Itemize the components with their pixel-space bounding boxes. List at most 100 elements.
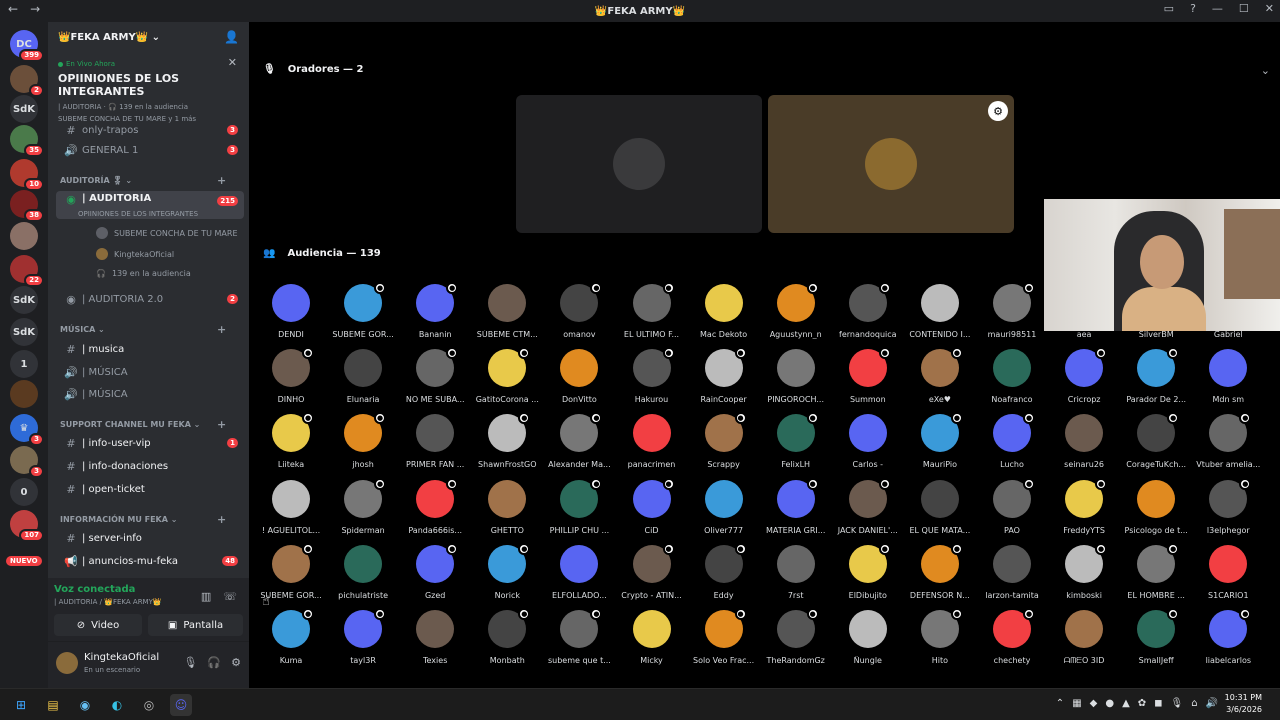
audience-member[interactable]: ● Scrappy: [688, 412, 760, 474]
channel-info-donaciones[interactable]: # | info-donaciones: [56, 456, 244, 476]
file-explorer-icon[interactable]: ▤: [42, 694, 64, 716]
tray-app-icon[interactable]: ✿: [1138, 698, 1146, 709]
username[interactable]: KingtekaOficial: [84, 652, 159, 663]
server-icon[interactable]: 35: [10, 125, 44, 157]
audience-member[interactable]: EL QUE MATA...: [904, 479, 976, 540]
audience-member[interactable]: ᗩᗰᗴO 3ID: [1048, 610, 1120, 670]
channel-info-user-vip[interactable]: # | info-user-vip 1: [56, 433, 244, 453]
server-icon[interactable]: 22: [10, 255, 44, 287]
audience-member[interactable]: DonVitto: [543, 349, 615, 409]
audience-member[interactable]: 7rst: [760, 544, 832, 605]
audience-member[interactable]: ● PAO: [976, 477, 1048, 540]
audience-member[interactable]: ● Spiderman: [327, 477, 399, 540]
audience-member[interactable]: ● Norick: [471, 542, 543, 605]
audience-member[interactable]: seinaru26: [1048, 414, 1120, 474]
speaker-tile[interactable]: ⚙: [768, 95, 1014, 233]
audience-member[interactable]: DENDI: [255, 284, 327, 344]
voice-status[interactable]: Voz conectada: [54, 584, 135, 595]
audience-member[interactable]: ● Vtuber amelia...: [1192, 412, 1264, 474]
audience-member[interactable]: ● tayl3R: [327, 608, 399, 670]
minimize-button[interactable]: —: [1212, 2, 1223, 15]
server-icon[interactable]: 2: [10, 65, 44, 97]
channel-server-info[interactable]: # | server-info: [56, 528, 244, 548]
channel-musica[interactable]: # | musica: [56, 339, 244, 359]
audience-member[interactable]: ● NO ME SUBA...: [399, 347, 471, 409]
audience-member[interactable]: Texies: [399, 610, 471, 670]
audience-member[interactable]: ● DEFENSOR N...: [904, 542, 976, 605]
audience-member[interactable]: ● Bananin: [399, 282, 471, 344]
audience-member[interactable]: ● Summon: [832, 347, 904, 409]
audience-member[interactable]: ● DINHO: [255, 347, 327, 409]
tray-app-icon[interactable]: ▦: [1072, 698, 1081, 709]
steam-icon[interactable]: ◉: [74, 694, 96, 716]
audience-member[interactable]: ● MauriPio: [904, 412, 976, 474]
audience-member[interactable]: ● TheRandomGz: [760, 608, 832, 670]
category-musica[interactable]: MÚSICA ⌄ +: [60, 323, 226, 336]
audience-member[interactable]: ● subeme que t...: [543, 608, 615, 670]
audience-member[interactable]: Micky: [616, 610, 688, 670]
audience-member[interactable]: S1CARIO1: [1192, 544, 1264, 605]
audience-member[interactable]: ELFOLLADO...: [543, 544, 615, 605]
back-arrow-icon[interactable]: ←: [8, 2, 18, 16]
channel-anuncios[interactable]: 📢 | anuncios-mu-feka 48: [56, 551, 244, 571]
server-icon[interactable]: DC 399: [10, 30, 44, 62]
audience-member[interactable]: GHETTO: [471, 479, 543, 540]
audience-member[interactable]: PINGOROCH...: [760, 349, 832, 409]
headphones-icon[interactable]: 🎧: [207, 656, 221, 669]
add-channel-icon[interactable]: +: [217, 418, 226, 431]
add-channel-icon[interactable]: +: [217, 174, 226, 187]
stage-participant[interactable]: KingtekaOficial: [96, 248, 174, 260]
forward-arrow-icon[interactable]: →: [30, 2, 40, 16]
channel-general[interactable]: 🔊 GENERAL 13: [56, 140, 244, 160]
noise-suppression-icon[interactable]: ▥: [201, 590, 211, 603]
server-icon[interactable]: SdK: [10, 318, 38, 346]
audience-member[interactable]: ● Alexander Ma...: [543, 412, 615, 474]
add-member-icon[interactable]: 👤: [224, 30, 239, 44]
server-icon[interactable]: 107: [10, 510, 44, 542]
audience-member[interactable]: Noafranco: [976, 349, 1048, 409]
audience-member[interactable]: larzon-tamita: [976, 544, 1048, 605]
audience-member[interactable]: pichulatriste: [327, 544, 399, 605]
help-icon[interactable]: ?: [1190, 2, 1196, 15]
audience-member[interactable]: ● Crypto - ATIN...: [616, 542, 688, 605]
server-icon[interactable]: [10, 380, 38, 408]
audience-member[interactable]: Psicologo de t...: [1120, 479, 1192, 540]
microphone-icon[interactable]: 🎙: [183, 656, 197, 669]
channel-musica-voice[interactable]: 🔊 | MÚSICA: [56, 362, 244, 382]
audience-member[interactable]: ● ElDibujito: [832, 542, 904, 605]
audience-member[interactable]: ● Panda666is...: [399, 477, 471, 540]
audience-member[interactable]: ● Solo Veo Frac...: [688, 608, 760, 670]
audience-member[interactable]: Mac Dekoto: [688, 284, 760, 344]
maximize-button[interactable]: ☐: [1239, 2, 1249, 15]
stage-participant[interactable]: SUBEME CONCHA DE TU MARE: [96, 227, 238, 239]
audience-member[interactable]: ● Hakurou: [616, 347, 688, 409]
server-icon[interactable]: ♛ 3: [10, 414, 44, 446]
avatar[interactable]: [56, 652, 78, 674]
server-icon[interactable]: 38: [10, 190, 44, 222]
server-icon[interactable]: [10, 222, 38, 250]
audience-member[interactable]: ● RainCooper: [688, 347, 760, 409]
server-icon[interactable]: 10: [10, 159, 44, 191]
audience-member[interactable]: ● SmallJeff: [1120, 608, 1192, 670]
close-icon[interactable]: ✕: [228, 56, 237, 69]
edge-icon[interactable]: ◐: [106, 694, 128, 716]
network-icon[interactable]: ⌂: [1191, 698, 1197, 709]
obs-icon[interactable]: ◎: [138, 694, 160, 716]
audience-member[interactable]: Carlos -: [832, 414, 904, 474]
disconnect-icon[interactable]: ☏: [223, 590, 237, 603]
audience-member[interactable]: Oliver777: [688, 479, 760, 540]
gear-icon[interactable]: ⚙: [231, 656, 241, 669]
audience-member[interactable]: panacrimen: [616, 414, 688, 474]
inbox-icon[interactable]: ▭: [1164, 2, 1174, 15]
channel-auditoria-2[interactable]: ◉ | AUDITORIA 2.0 2: [56, 289, 244, 309]
audience-member[interactable]: ● EL ULTIMO F...: [616, 282, 688, 344]
audience-member[interactable]: ● Hito: [904, 608, 976, 670]
clock[interactable]: 10:31 PM 3/6/2026: [1225, 692, 1262, 716]
audience-member[interactable]: SÚBEME CTM...: [471, 284, 543, 344]
tray-app-icon[interactable]: ▲: [1122, 698, 1130, 709]
audience-member[interactable]: ● fernandoquica: [832, 282, 904, 344]
audience-member[interactable]: ● Lucho: [976, 412, 1048, 474]
tray-app-icon[interactable]: ●: [1105, 698, 1114, 709]
server-icon[interactable]: 0: [10, 478, 38, 506]
category-auditoria[interactable]: AUDITORÍA 🎖 ⌄ +: [60, 174, 226, 187]
